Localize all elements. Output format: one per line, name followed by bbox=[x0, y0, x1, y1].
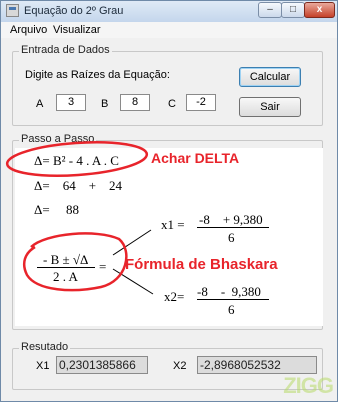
formula-bhaskara-annotation: Fórmula de Bhaskara bbox=[125, 256, 278, 273]
app-window: Equação do 2º Grau – □ x Arquivo Visuali… bbox=[0, 0, 338, 402]
x2-result-label: X2 bbox=[173, 360, 187, 372]
delta-highlight-circle bbox=[5, 141, 149, 177]
watermark-logo: ZIGG bbox=[283, 373, 334, 398]
resultado-group-title: Resutado bbox=[19, 341, 71, 353]
bhaskara-highlight-circle bbox=[23, 232, 128, 292]
x1-connector bbox=[112, 229, 152, 256]
x2-result-field[interactable]: -2,8968052532 bbox=[197, 356, 317, 374]
achar-delta-annotation: Achar DELTA bbox=[151, 150, 240, 166]
x1-result-field[interactable]: 0,2301385866 bbox=[56, 356, 148, 374]
x1-result-label: X1 bbox=[36, 360, 50, 372]
